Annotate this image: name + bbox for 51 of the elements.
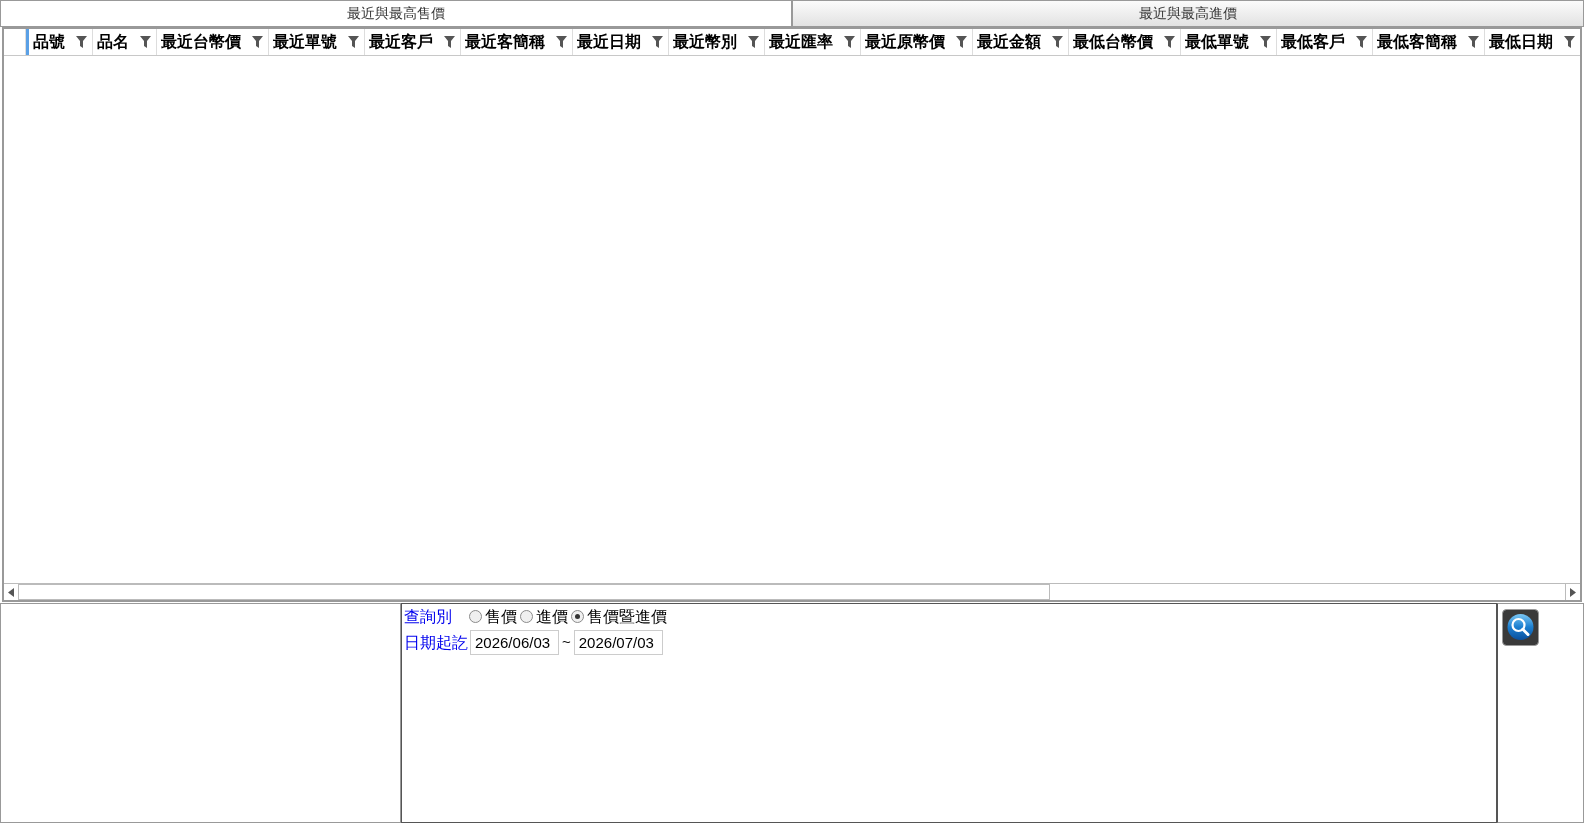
column-header[interactable]: 最近台幣價 [161, 30, 241, 54]
column-header[interactable]: 最近單號 [273, 30, 337, 54]
column-header[interactable]: 品號 [33, 30, 65, 54]
date-to-field[interactable]: 2026/07/03 [573, 630, 663, 655]
radio-button[interactable] [469, 610, 482, 623]
filter-icon[interactable] [844, 36, 855, 48]
range-separator: ~ [562, 632, 571, 653]
filter-icon[interactable] [1468, 36, 1479, 48]
column-header[interactable]: 最近原幣價 [865, 30, 945, 54]
filter-icon[interactable] [348, 36, 359, 48]
column-header[interactable]: 最近客簡稱 [465, 30, 545, 54]
query-type-label: 查詢別 [404, 606, 452, 627]
radio-button[interactable] [520, 610, 533, 623]
triangle-left-icon [8, 587, 14, 597]
filter-icon[interactable] [652, 36, 663, 48]
filter-icon[interactable] [1260, 36, 1271, 48]
tab[interactable]: 最近與最高進價 [792, 0, 1584, 27]
column-header[interactable]: 最近金額 [977, 30, 1041, 54]
column-indicator [26, 29, 29, 55]
filter-icon[interactable] [444, 36, 455, 48]
search-icon [1502, 609, 1539, 646]
filter-icon[interactable] [556, 36, 567, 48]
column-header[interactable]: 最近匯率 [769, 30, 833, 54]
filter-icon[interactable] [1356, 36, 1367, 48]
filter-icon[interactable] [1164, 36, 1175, 48]
column-header[interactable]: 最近幣別 [673, 30, 737, 54]
radio-label[interactable]: 售價 [485, 604, 517, 629]
filter-icon[interactable] [748, 36, 759, 48]
filter-icon[interactable] [252, 36, 263, 48]
column-header[interactable]: 品名 [97, 30, 129, 54]
scrollbar-thumb[interactable] [19, 584, 1050, 600]
column-header[interactable]: 最低客戶 [1281, 30, 1345, 54]
radio-label[interactable]: 售價暨進價 [587, 604, 667, 629]
date-from-field[interactable]: 2026/06/03 [470, 630, 559, 655]
column-header[interactable]: 最低日期 [1489, 30, 1553, 54]
filter-icon[interactable] [76, 36, 87, 48]
date-range-label: 日期起訖 [404, 632, 468, 653]
column-header[interactable]: 最低台幣價 [1073, 30, 1153, 54]
search-button[interactable] [1502, 609, 1539, 646]
radio-button[interactable] [571, 610, 584, 623]
filter-icon[interactable] [1564, 36, 1575, 48]
filter-icon[interactable] [140, 36, 151, 48]
filter-icon[interactable] [1052, 36, 1063, 48]
column-header[interactable]: 最低單號 [1185, 30, 1249, 54]
column-header[interactable]: 最近客戶 [369, 30, 433, 54]
tab[interactable]: 最近與最高售價 [0, 0, 792, 27]
triangle-right-icon [1570, 587, 1576, 597]
filter-icon[interactable] [956, 36, 967, 48]
column-header[interactable]: 最低客簡稱 [1377, 30, 1457, 54]
radio-label[interactable]: 進價 [536, 604, 568, 629]
column-header[interactable]: 最近日期 [577, 30, 641, 54]
